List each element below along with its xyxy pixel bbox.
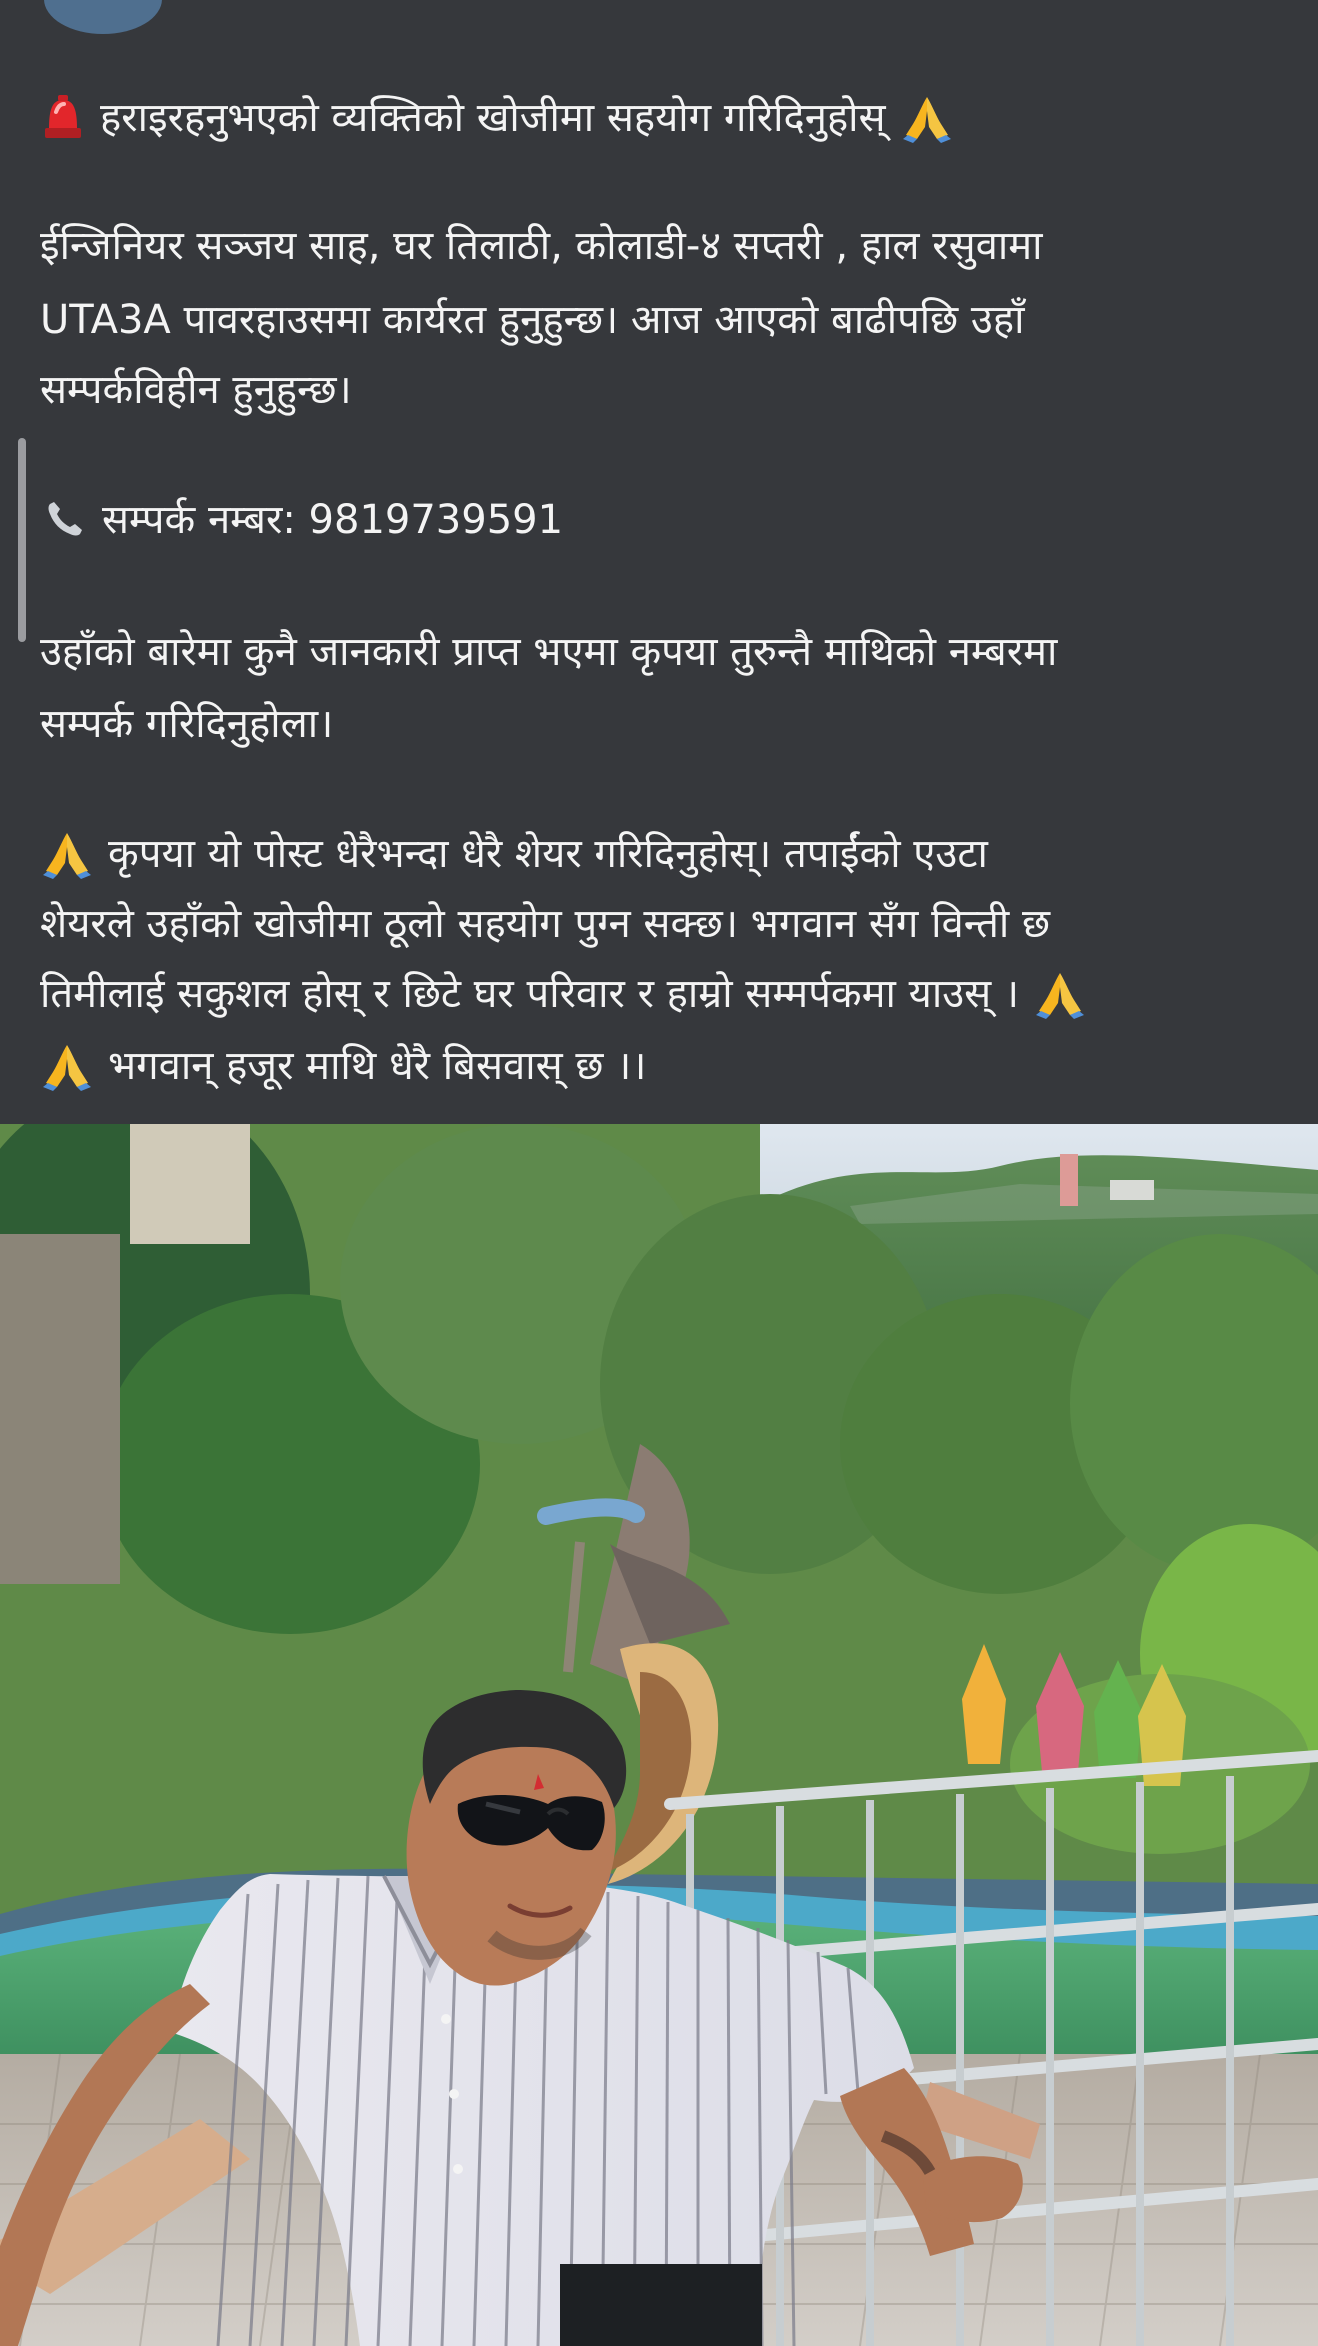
pray-icon [40,829,94,879]
pray-icon [1033,969,1087,1019]
share-line: शेयरले उहाँको खोजीमा ठूलो सहयोग पुग्न सक… [40,901,1050,947]
garden-photo [0,1124,1318,2346]
share-row: कृपया यो पोस्ट धेरैभन्दा धेरै शेयर गरिदि… [40,824,988,884]
share-row: तिमीलाई सकुशल होस् र छिटे घर परिवार र हा… [40,964,1087,1024]
share-line: भगवान् हजूर माथि धेरै बिसवास् छ ।। [108,1043,647,1089]
scrollbar[interactable] [18,438,26,642]
body-line: ईन्जिनियर सञ्जय साह, घर तिलाठी, कोलाडी-४… [40,223,1043,269]
siren-icon [40,92,86,144]
contact-number-text: सम्पर्क नम्बर: 9819739591 [102,497,564,543]
request-line: उहाँको बारेमा कुनै जानकारी प्राप्त भएमा … [40,629,1058,675]
post-card: हराइरहनुभएको व्यक्तिको खोजीमा सहयोग गरिद… [0,0,1318,1122]
request-line: सम्पर्क गरिदिनुहोला। [40,701,334,747]
contact-row: सम्पर्क नम्बर: 9819739591 [40,490,563,550]
share-line: तिमीलाई सकुशल होस् र छिटे घर परिवार र हा… [40,971,1020,1017]
missing-person-photo[interactable] [0,1124,1318,2346]
phone-icon [40,496,88,544]
pray-icon [40,1041,94,1091]
pray-icon [900,93,954,143]
body-line: UTA3A पावरहाउसमा कार्यरत हुनुहुन्छ। आज आ… [40,297,1025,343]
body-line: सम्पर्कविहीन हुनुहुन्छ। [40,367,352,413]
share-row: भगवान् हजूर माथि धेरै बिसवास् छ ।। [40,1036,646,1096]
avatar[interactable] [44,0,162,34]
headline-row: हराइरहनुभएको व्यक्तिको खोजीमा सहयोग गरिद… [40,88,954,148]
share-line: कृपया यो पोस्ट धेरैभन्दा धेरै शेयर गरिदि… [108,831,988,877]
headline-text: हराइरहनुभएको व्यक्तिको खोजीमा सहयोग गरिद… [100,95,886,141]
